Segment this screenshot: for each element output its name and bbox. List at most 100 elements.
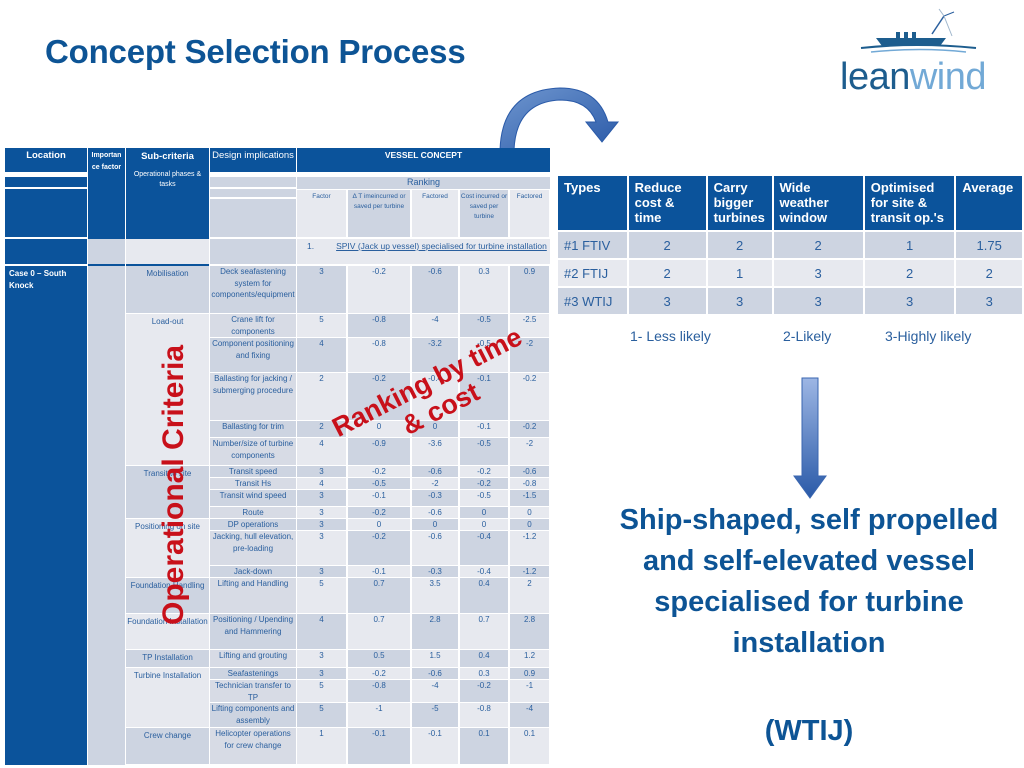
score-cell: 1.75 bbox=[956, 232, 1022, 258]
design-implication-cell: Jack-down bbox=[210, 566, 296, 577]
value-cell: 0.5 bbox=[348, 650, 410, 667]
design-implication-cell: Transit Hs bbox=[210, 478, 296, 489]
score-cell: 2 bbox=[707, 232, 772, 258]
location-band bbox=[5, 177, 87, 187]
value-cell: -0.1 bbox=[348, 728, 410, 764]
factored-time-header: Factored bbox=[412, 190, 458, 237]
score-cell: 3 bbox=[628, 288, 706, 314]
value-cell: 3.5 bbox=[412, 578, 458, 613]
value-cell: -0.6 bbox=[412, 531, 458, 565]
logo-text: leanwind bbox=[840, 56, 987, 99]
legend-less-likely: 1- Less likely bbox=[630, 328, 711, 344]
value-cell: -0.2 bbox=[348, 531, 410, 565]
score-cell: 2 bbox=[628, 260, 706, 286]
phases-subtitle: Operational phases & tasks bbox=[133, 171, 202, 188]
importance-column bbox=[88, 266, 125, 765]
location-band3 bbox=[5, 239, 87, 264]
score-cell: 1 bbox=[707, 260, 772, 286]
ranking-header: Ranking bbox=[297, 177, 550, 189]
value-cell: -1.2 bbox=[510, 531, 549, 565]
design-implication-cell: Ballasting for jacking / submerging proc… bbox=[210, 373, 296, 420]
design-implication-cell: Ballasting for trim bbox=[210, 421, 296, 437]
down-arrow-icon bbox=[793, 377, 827, 499]
value-cell: -0.3 bbox=[412, 490, 458, 506]
design-implication-cell: Seafastenings bbox=[210, 668, 296, 679]
concept-number: 1. bbox=[307, 241, 315, 251]
design-blank bbox=[210, 239, 296, 264]
logo-text-wind: wind bbox=[909, 56, 987, 98]
value-cell: 3 bbox=[297, 266, 346, 313]
value-cell: 0.4 bbox=[460, 650, 508, 667]
subcriteria-title: Sub-criteria bbox=[141, 151, 194, 162]
value-cell: -2 bbox=[510, 438, 549, 465]
phase-cell: Mobilisation bbox=[126, 266, 209, 313]
conclusion-code: (WTIJ) bbox=[764, 715, 854, 747]
vessel-type-row: #3 WTIJ 3 3 3 3 3 bbox=[558, 288, 1022, 314]
value-cell: -0.4 bbox=[460, 531, 508, 565]
value-cell: 5 bbox=[297, 703, 346, 727]
page-title: Concept Selection Process bbox=[45, 33, 466, 70]
value-cell: 0 bbox=[460, 507, 508, 518]
value-cell: -1 bbox=[510, 680, 549, 702]
concept-name-link[interactable]: SPIV (Jack up vessel) specialised for tu… bbox=[336, 241, 547, 251]
value-cell: -0.1 bbox=[460, 421, 508, 437]
vessel-types-table: Types Reduce cost & time Carry bigger turb… bbox=[556, 174, 1024, 316]
phase-blank bbox=[126, 239, 209, 264]
phase-cell: Crew change bbox=[126, 728, 209, 764]
value-cell: 0.3 bbox=[460, 266, 508, 313]
design-implication-cell: Lifting and Handling bbox=[210, 578, 296, 613]
value-cell: -0.2 bbox=[348, 507, 410, 518]
value-cell: 3 bbox=[297, 507, 346, 518]
vessel-type-row: #1 FTIV 2 2 2 1 1.75 bbox=[558, 232, 1022, 258]
value-cell: 3 bbox=[297, 668, 346, 679]
score-cell: 2 bbox=[628, 232, 706, 258]
value-cell: 0 bbox=[510, 507, 549, 518]
phase-cell: TP Installation bbox=[126, 650, 209, 667]
design-implication-cell: DP operations bbox=[210, 519, 296, 530]
design-implication-cell: Number/size of turbine components bbox=[210, 438, 296, 465]
score-cell: 3 bbox=[956, 288, 1022, 314]
value-cell: -0.6 bbox=[510, 466, 549, 477]
score-cell: 3 bbox=[773, 288, 863, 314]
value-cell: -0.3 bbox=[412, 566, 458, 577]
design-implication-cell: Transit wind speed bbox=[210, 490, 296, 506]
value-cell: 5 bbox=[297, 314, 346, 337]
conclusion-text: Ship-shaped, self propelled and self-ele… bbox=[619, 504, 999, 659]
design-implication-cell: Component positioning and fixing bbox=[210, 338, 296, 372]
value-cell: -0.2 bbox=[460, 680, 508, 702]
value-cell: -0.6 bbox=[412, 266, 458, 313]
types-column-header: Wide weather window bbox=[773, 176, 863, 230]
value-cell: 0.3 bbox=[460, 668, 508, 679]
logo-text-lean: lean bbox=[840, 56, 910, 98]
value-cell: 0.1 bbox=[510, 728, 549, 764]
value-cell: -0.5 bbox=[460, 438, 508, 465]
types-column-header: Types bbox=[558, 176, 627, 230]
score-cell: 1 bbox=[864, 232, 955, 258]
factored-cost-header: Factored bbox=[510, 190, 549, 237]
value-cell: -0.5 bbox=[348, 478, 410, 489]
value-cell: 5 bbox=[297, 578, 346, 613]
value-cell: -0.1 bbox=[412, 728, 458, 764]
value-cell: 0 bbox=[348, 519, 410, 530]
value-cell: -0.8 bbox=[348, 314, 410, 337]
types-column-header: Reduce cost & time bbox=[628, 176, 706, 230]
operational-criteria-label: Operational Criteria bbox=[157, 344, 190, 625]
curved-arrow-icon bbox=[499, 87, 620, 151]
vessel-concept-header: VESSEL CONCEPT bbox=[297, 148, 550, 172]
value-cell: -0.6 bbox=[412, 466, 458, 477]
value-cell: -0.5 bbox=[460, 490, 508, 506]
value-cell: -0.2 bbox=[460, 466, 508, 477]
design-implication-cell: Transit speed bbox=[210, 466, 296, 477]
vessel-type-name: #1 FTIV bbox=[558, 232, 627, 258]
value-cell: 0.9 bbox=[510, 668, 549, 679]
value-cell: 3 bbox=[297, 531, 346, 565]
score-cell: 3 bbox=[864, 288, 955, 314]
value-cell: 3 bbox=[297, 650, 346, 667]
time-header: Δ T imeincurred or saved per turbine bbox=[348, 190, 410, 237]
value-cell: -0.2 bbox=[460, 478, 508, 489]
value-cell: -0.8 bbox=[348, 680, 410, 702]
cost-header: Cost incurred or saved per turbine bbox=[460, 190, 508, 237]
design-implication-cell: Crane lift for components bbox=[210, 314, 296, 337]
ship-turbine-icon bbox=[860, 8, 977, 53]
value-cell: -0.8 bbox=[460, 703, 508, 727]
